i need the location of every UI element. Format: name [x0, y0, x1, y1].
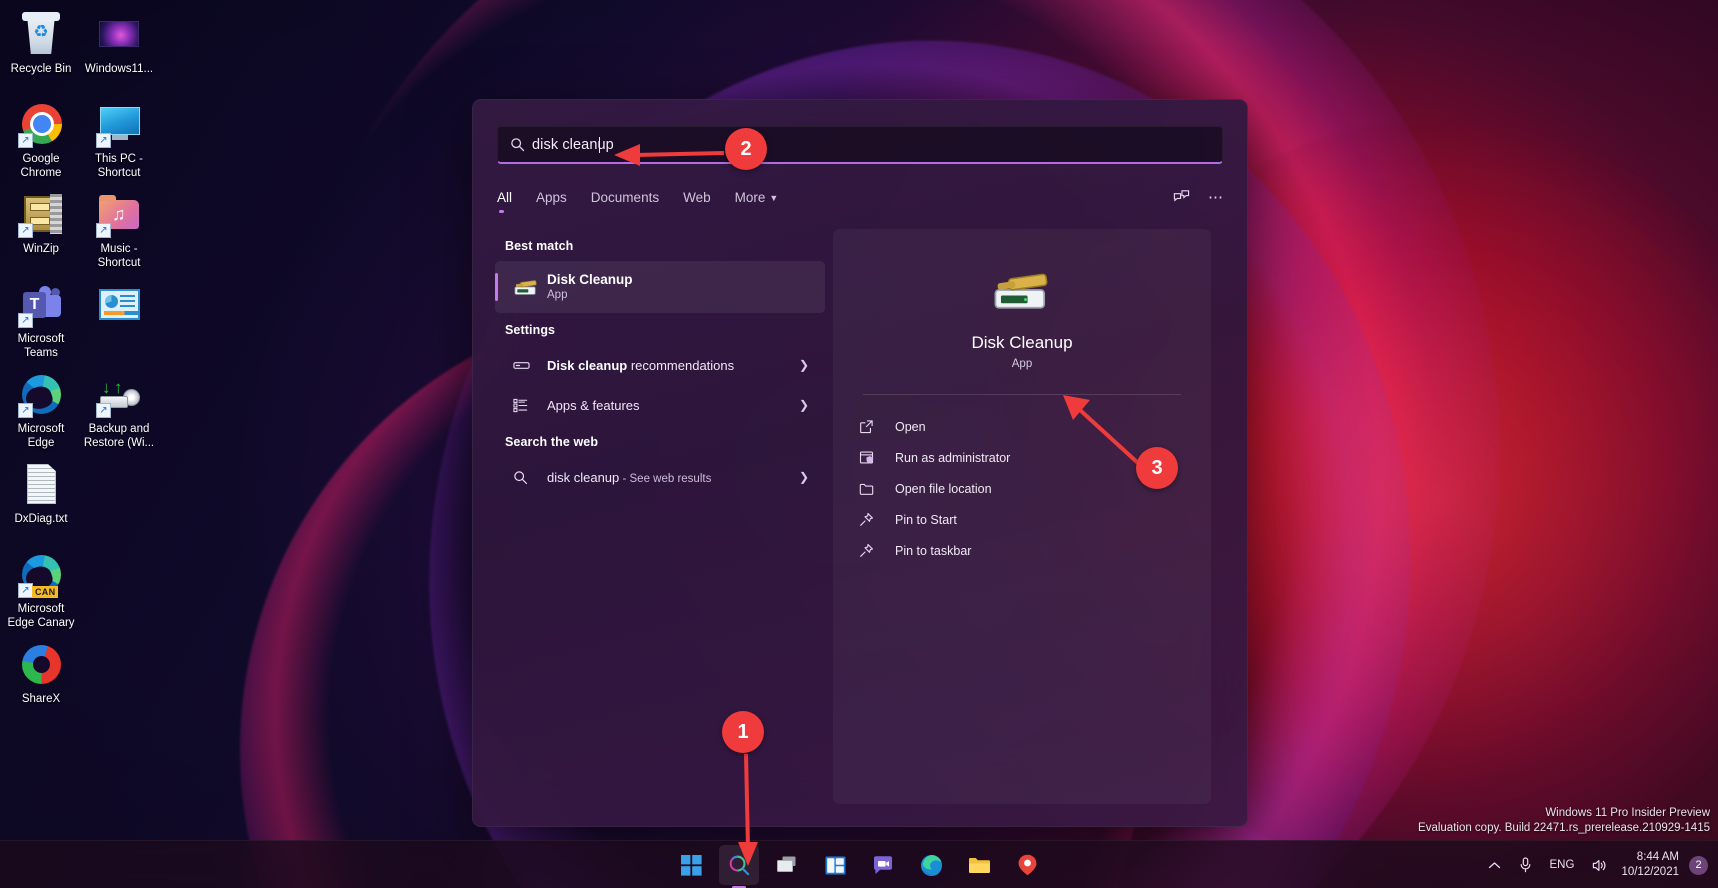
callout-badge-3: 3 [1136, 447, 1178, 489]
callout-badge-2: 2 [725, 128, 767, 170]
annotation-arrows [614, 144, 1140, 866]
callout-badge-1: 1 [722, 711, 764, 753]
desktop: Recycle Bin Windows11... ↗ Google Chrome [0, 0, 1718, 888]
